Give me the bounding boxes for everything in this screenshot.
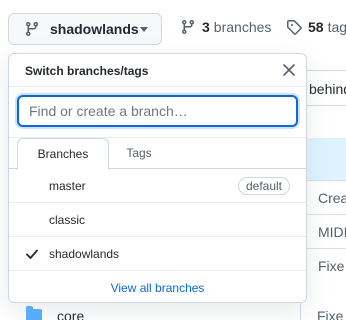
behind-text: behind <box>309 81 346 97</box>
dropdown-title: Switch branches/tags <box>25 64 149 78</box>
repo-page: shadowlands 3 branches 58 tags behind Cr… <box>0 0 346 320</box>
commit-message: MIDI <box>318 224 346 240</box>
branch-name: master <box>49 179 86 193</box>
current-branch-label: shadowlands <box>50 21 139 37</box>
folder-icon <box>26 306 42 320</box>
view-all-branches-label: View all branches <box>110 281 205 295</box>
tab-branches-label: Branches <box>37 147 89 161</box>
branches-count: 3 <box>202 19 210 35</box>
tags-label: tags <box>327 19 346 35</box>
branches-link[interactable]: 3 branches <box>180 19 271 35</box>
check-icon <box>25 247 39 261</box>
file-row[interactable]: MIDI <box>301 214 346 248</box>
triangle-down-icon <box>140 27 148 32</box>
default-badge: default <box>237 177 290 195</box>
git-branch-icon <box>180 19 196 35</box>
filter-container <box>9 87 306 138</box>
branch-name: shadowlands <box>49 247 120 261</box>
close-icon[interactable] <box>282 63 296 77</box>
folder-link[interactable]: core <box>57 308 84 320</box>
file-row[interactable]: Crea <box>301 180 346 214</box>
branch-name: classic <box>49 213 86 227</box>
git-branch-icon <box>24 21 40 37</box>
tab-branches[interactable]: Branches <box>17 138 109 170</box>
branch-item-master[interactable]: master default <box>9 169 306 203</box>
commit-message: Crea <box>318 190 346 206</box>
branch-item-classic[interactable]: classic <box>9 203 306 237</box>
view-all-branches-link[interactable]: View all branches <box>9 271 306 302</box>
tags-link[interactable]: 58 tags <box>286 19 346 35</box>
dropdown-tabs: Branches Tags <box>9 138 306 170</box>
tab-tags-label: Tags <box>126 146 152 160</box>
commit-message: Fixe <box>318 258 345 274</box>
file-row-core[interactable]: core Fixe <box>0 300 346 320</box>
branch-select-button[interactable]: shadowlands <box>8 13 162 45</box>
branch-filter-input[interactable] <box>17 95 298 127</box>
dropdown-header: Switch branches/tags <box>9 54 306 87</box>
branch-switcher-dropdown: Switch branches/tags Branches Tags maste… <box>8 53 307 303</box>
tags-count: 58 <box>308 19 324 35</box>
branches-label: branches <box>213 19 272 35</box>
tab-tags[interactable]: Tags <box>119 146 159 170</box>
file-row[interactable]: Fixe <box>301 248 346 282</box>
branch-item-shadowlands[interactable]: shadowlands <box>9 237 306 271</box>
commit-message: Fixe <box>317 308 344 320</box>
tag-icon <box>286 19 302 35</box>
